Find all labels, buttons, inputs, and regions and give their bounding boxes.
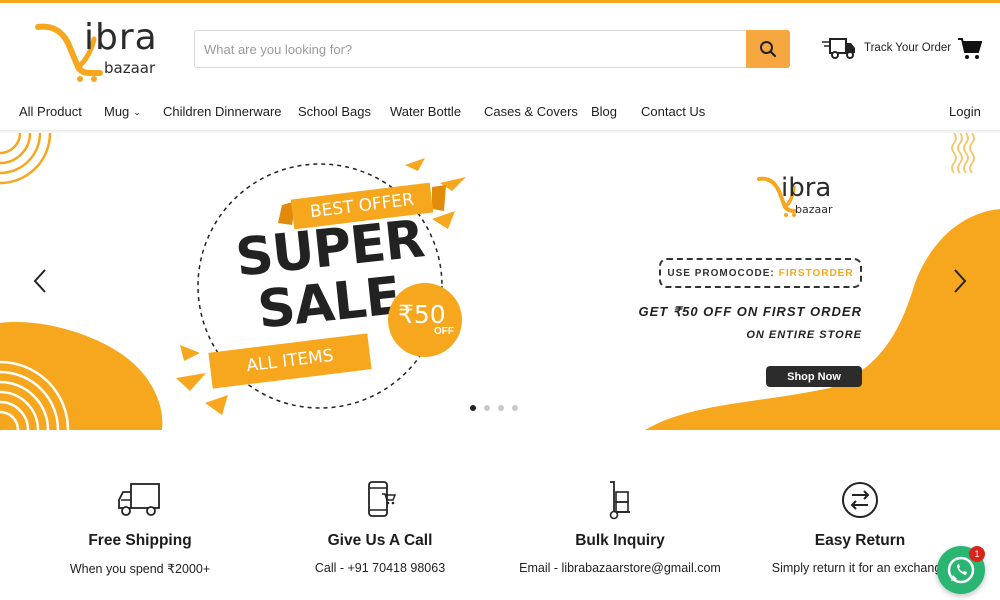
carousel-indicators: [470, 405, 518, 411]
return-icon: [842, 482, 878, 518]
feature-free-shipping: Free Shipping When you spend ₹2000+: [20, 470, 260, 576]
discount-amount: ₹50: [398, 300, 446, 329]
nav-item-contact-us[interactable]: Contact Us: [641, 104, 705, 119]
track-order-link[interactable]: Track Your Order: [822, 36, 951, 60]
main-nav: All Product Mug ⌄ Children Dinnerware Sch…: [0, 100, 1000, 128]
logo-text: ibra: [84, 17, 158, 58]
search-icon: [760, 41, 777, 58]
carousel-dot[interactable]: [484, 405, 490, 411]
search-bar: [194, 30, 790, 68]
offer-headline: GET ₹50 OFF ON FIRST ORDER: [638, 304, 862, 319]
carousel-dot[interactable]: [512, 405, 518, 411]
search-button[interactable]: [746, 30, 790, 68]
search-input[interactable]: [195, 31, 747, 67]
nav-item-children-dinnerware[interactable]: Children Dinnerware: [163, 104, 282, 119]
hero-carousel: BEST OFFER SUPER SALE ALL ITEMS ₹50 OFF …: [0, 133, 1000, 430]
banner-logo-subtext: bazaar: [795, 203, 833, 216]
chevron-left-icon: [33, 269, 46, 293]
nav-item-water-bottle[interactable]: Water Bottle: [390, 104, 461, 119]
cart-icon: [958, 38, 983, 59]
carousel-dot[interactable]: [470, 405, 476, 411]
feature-give-call: Give Us A Call Call - +91 70418 98063: [260, 470, 500, 575]
cart-button[interactable]: [958, 38, 983, 65]
feature-title: Bulk Inquiry: [575, 532, 665, 549]
promo-code-prefix: USE PROMOCODE:: [667, 267, 775, 279]
logo-subtext: bazaar: [104, 59, 156, 77]
discount-off-label: OFF: [434, 326, 454, 337]
hand-truck-icon: [609, 481, 630, 520]
site-logo[interactable]: ibra bazaar: [34, 17, 164, 83]
carousel-next-button[interactable]: [948, 266, 972, 296]
site-header: ibra bazaar Track Your Order: [0, 3, 1000, 133]
carousel-prev-button[interactable]: [28, 266, 52, 296]
chat-notification-badge: 1: [969, 546, 985, 562]
carousel-dot[interactable]: [498, 405, 504, 411]
nav-item-blog[interactable]: Blog: [591, 104, 617, 119]
promo-code: FIRSTORDER: [778, 267, 854, 279]
discount-badge: ₹50 OFF: [388, 283, 462, 357]
offer-subline: ON ENTIRE STORE: [746, 329, 862, 341]
banner-logo-text: ibra: [781, 173, 832, 203]
phone-icon: [368, 481, 397, 517]
feature-description: Email - librabazaarstore@gmail.com: [519, 561, 721, 575]
nav-item-cases-covers[interactable]: Cases & Covers: [484, 104, 578, 119]
feature-description: Call - +91 70418 98063: [314, 561, 446, 575]
feature-title: Free Shipping: [88, 532, 192, 549]
delivery-truck-icon: [822, 38, 855, 59]
nav-item-label: Mug: [104, 104, 130, 119]
nav-item-all-product[interactable]: All Product: [19, 104, 82, 119]
feature-title: Give Us A Call: [327, 532, 433, 549]
nav-item-mug[interactable]: Mug ⌄: [104, 104, 141, 119]
shop-now-button[interactable]: Shop Now: [766, 366, 862, 387]
features-row: Free Shipping When you spend ₹2000+ Give…: [0, 470, 1000, 600]
promo-code-box: USE PROMOCODE: FIRSTORDER: [659, 258, 862, 288]
truck-icon: [118, 483, 160, 516]
feature-bulk-inquiry: Bulk Inquiry Email - librabazaarstore@gm…: [500, 470, 740, 575]
nav-item-school-bags[interactable]: School Bags: [298, 104, 371, 119]
track-order-label: Track Your Order: [864, 42, 952, 54]
banner-logo: ibra bazaar: [757, 173, 833, 222]
chevron-down-icon: ⌄: [133, 107, 141, 117]
chevron-right-icon: [954, 269, 967, 293]
feature-description: When you spend ₹2000+: [69, 562, 211, 576]
login-link[interactable]: Login: [949, 104, 981, 119]
